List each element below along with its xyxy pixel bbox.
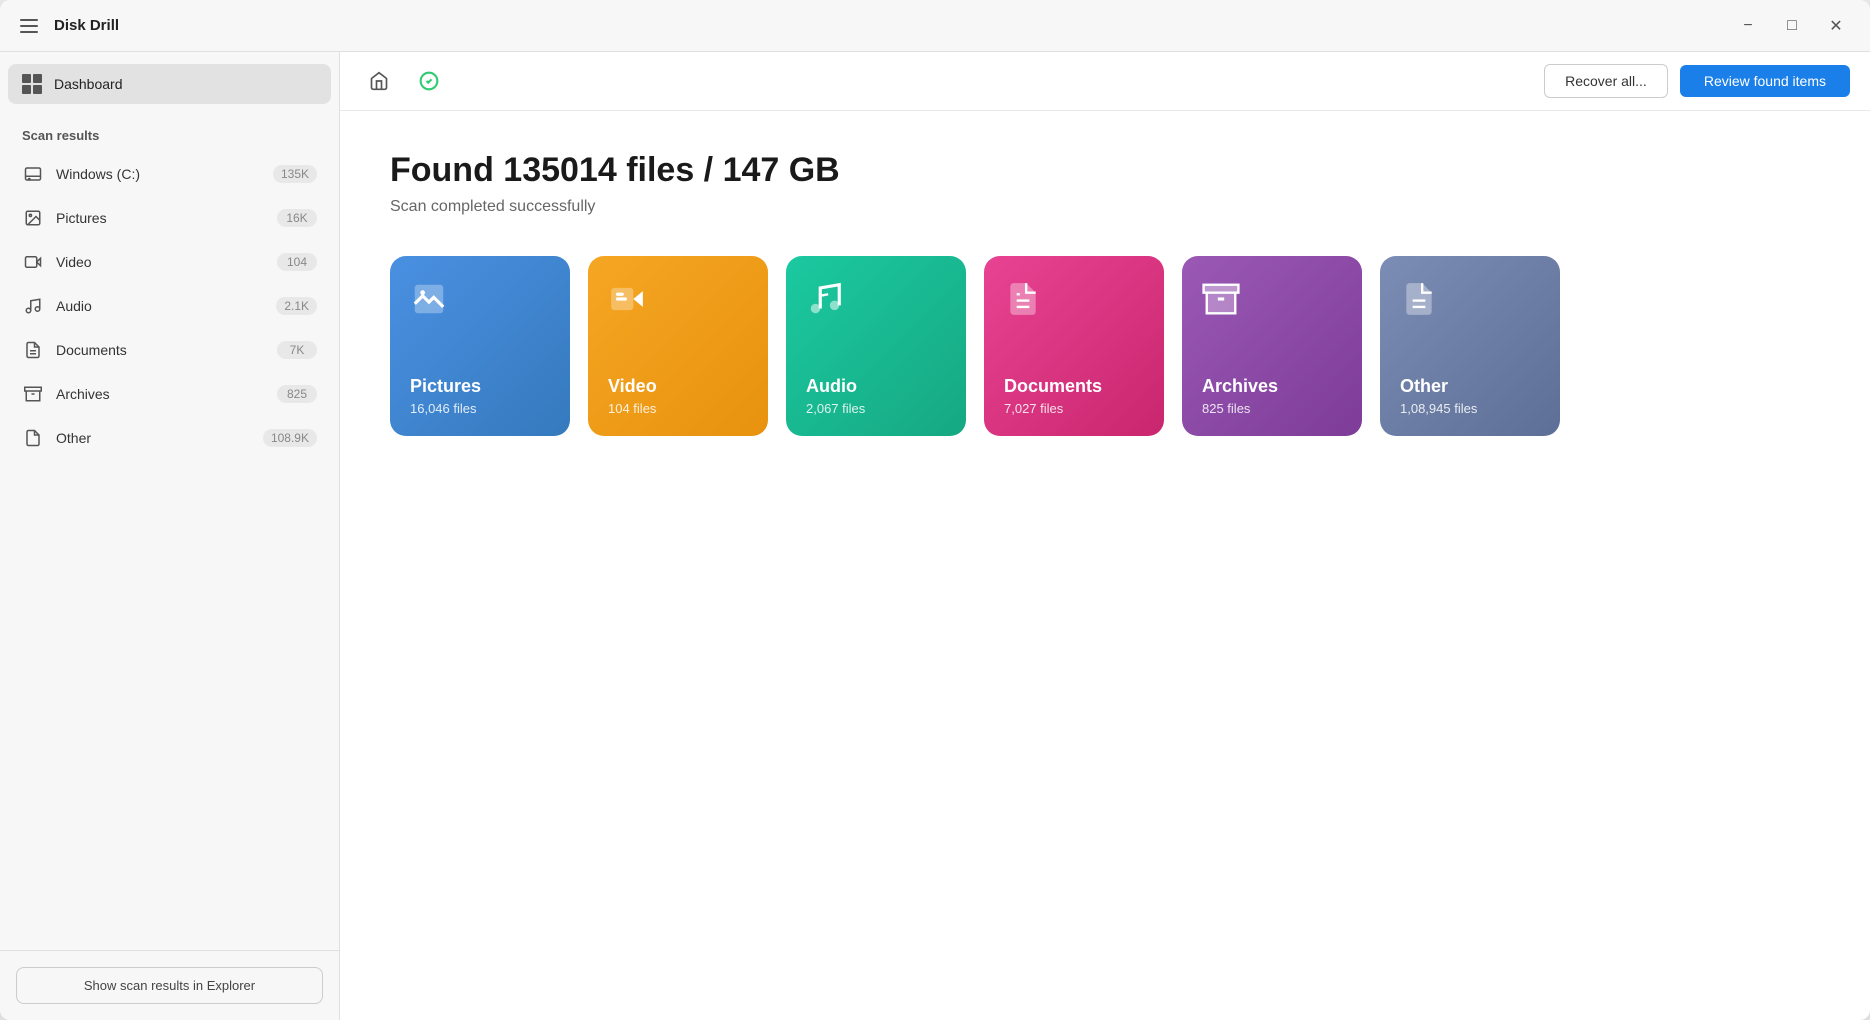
archives-icon — [22, 383, 44, 405]
documents-badge: 7K — [277, 341, 317, 359]
content-area: Recover all... Review found items Found … — [340, 52, 1870, 1020]
pictures-card-title: Pictures — [410, 376, 550, 397]
close-button[interactable]: ✕ — [1818, 8, 1854, 44]
sidebar: Dashboard Scan results Windows (C:) 135K — [0, 52, 340, 1020]
archives-badge: 825 — [277, 385, 317, 403]
sidebar-item-archives[interactable]: Archives 825 — [8, 373, 331, 415]
sidebar-footer: Show scan results in Explorer — [0, 950, 339, 1020]
windows-badge: 135K — [273, 165, 317, 183]
card-other[interactable]: Other 1,08,945 files — [1380, 256, 1560, 436]
archives-card-title: Archives — [1202, 376, 1342, 397]
documents-icon — [22, 339, 44, 361]
card-audio[interactable]: Audio 2,067 files — [786, 256, 966, 436]
documents-card-icon — [1004, 280, 1144, 327]
other-badge: 108.9K — [263, 429, 317, 447]
found-subtitle: Scan completed successfully — [390, 198, 1820, 216]
minimize-button[interactable]: − — [1730, 8, 1766, 44]
recover-all-button[interactable]: Recover all... — [1544, 64, 1668, 98]
other-card-subtitle: 1,08,945 files — [1400, 401, 1540, 416]
card-pictures[interactable]: Pictures 16,046 files — [390, 256, 570, 436]
other-icon — [22, 427, 44, 449]
sidebar-top: Dashboard — [0, 52, 339, 116]
card-video[interactable]: Video 104 files — [588, 256, 768, 436]
pictures-icon — [22, 207, 44, 229]
title-bar-left: Disk Drill — [16, 15, 119, 37]
video-card-icon — [608, 280, 748, 327]
video-card-subtitle: 104 files — [608, 401, 748, 416]
sidebar-item-video[interactable]: Video 104 — [8, 241, 331, 283]
sidebar-item-other[interactable]: Other 108.9K — [8, 417, 331, 459]
archives-card-subtitle: 825 files — [1202, 401, 1342, 416]
documents-card-title: Documents — [1004, 376, 1144, 397]
sidebar-item-documents[interactable]: Documents 7K — [8, 329, 331, 371]
sidebar-item-pictures[interactable]: Pictures 16K — [8, 197, 331, 239]
audio-badge: 2.1K — [276, 297, 317, 315]
app-title: Disk Drill — [54, 17, 119, 34]
video-label: Video — [56, 254, 277, 270]
audio-card-icon — [806, 280, 946, 327]
title-bar-right: − □ ✕ — [1730, 8, 1854, 44]
dashboard-label: Dashboard — [54, 76, 123, 92]
pictures-card-icon — [410, 280, 550, 327]
other-card-icon — [1400, 280, 1540, 327]
scan-results-header: Scan results — [0, 116, 339, 149]
video-card-title: Video — [608, 376, 748, 397]
video-badge: 104 — [277, 253, 317, 271]
sidebar-item-dashboard[interactable]: Dashboard — [8, 64, 331, 104]
review-found-button[interactable]: Review found items — [1680, 65, 1850, 97]
card-documents[interactable]: Documents 7,027 files — [984, 256, 1164, 436]
audio-card-subtitle: 2,067 files — [806, 401, 946, 416]
cards-grid: Pictures 16,046 files — [390, 256, 1820, 436]
home-button[interactable] — [360, 62, 398, 100]
main-content: Found 135014 files / 147 GB Scan complet… — [340, 111, 1870, 1020]
other-card-title: Other — [1400, 376, 1540, 397]
sidebar-nav: Windows (C:) 135K Pictures 16K — [0, 149, 339, 950]
title-bar: Disk Drill − □ ✕ — [0, 0, 1870, 52]
audio-icon — [22, 295, 44, 317]
app-window: Disk Drill − □ ✕ Dashboard Scan results — [0, 0, 1870, 1020]
documents-card-subtitle: 7,027 files — [1004, 401, 1144, 416]
main-layout: Dashboard Scan results Windows (C:) 135K — [0, 52, 1870, 1020]
dashboard-grid-icon — [22, 74, 42, 94]
sidebar-item-audio[interactable]: Audio 2.1K — [8, 285, 331, 327]
pictures-card-subtitle: 16,046 files — [410, 401, 550, 416]
audio-card-title: Audio — [806, 376, 946, 397]
card-archives[interactable]: Archives 825 files — [1182, 256, 1362, 436]
pictures-label: Pictures — [56, 210, 277, 226]
video-icon — [22, 251, 44, 273]
menu-icon[interactable] — [16, 15, 42, 37]
show-explorer-button[interactable]: Show scan results in Explorer — [16, 967, 323, 1004]
documents-label: Documents — [56, 342, 277, 358]
archives-card-icon — [1202, 280, 1342, 327]
windows-label: Windows (C:) — [56, 166, 273, 182]
maximize-button[interactable]: □ — [1774, 8, 1810, 44]
pictures-badge: 16K — [277, 209, 317, 227]
sidebar-item-windows[interactable]: Windows (C:) 135K — [8, 153, 331, 195]
toolbar: Recover all... Review found items — [340, 52, 1870, 111]
found-title: Found 135014 files / 147 GB — [390, 151, 1820, 190]
drive-icon — [22, 163, 44, 185]
archives-label: Archives — [56, 386, 277, 402]
other-label: Other — [56, 430, 263, 446]
audio-label: Audio — [56, 298, 276, 314]
check-button[interactable] — [410, 62, 448, 100]
